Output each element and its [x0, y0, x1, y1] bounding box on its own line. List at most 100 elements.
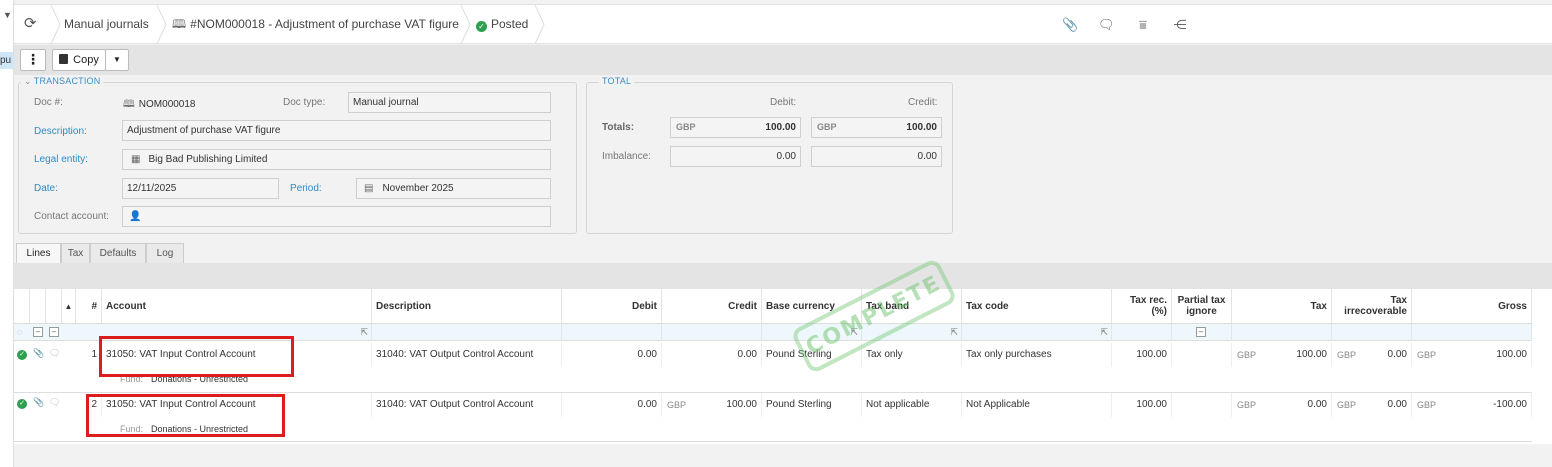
attachment-icon[interactable]: 📎 [33, 348, 44, 359]
base-currency-cell[interactable]: Pound Sterling [762, 393, 862, 417]
popout-icon[interactable]: ⇱ [360, 327, 368, 338]
partial-tax-filter-cell[interactable]: – [1172, 324, 1232, 341]
debit-cell[interactable]: 0.00 [562, 343, 662, 367]
date-label[interactable]: Date: [34, 183, 58, 194]
gross-value: 100.00 [1496, 349, 1527, 360]
tax-cell[interactable]: GBP 0.00 [1232, 393, 1332, 417]
attachment-icon[interactable]: 📎 [1062, 17, 1078, 33]
partial-tax-cell[interactable] [1172, 343, 1232, 367]
column-header-credit[interactable]: Credit [662, 289, 762, 324]
highlight-box-row-2 [86, 394, 285, 437]
comment-icon[interactable]: 🗨 [49, 348, 60, 359]
tax-band-cell[interactable]: Not applicable [862, 393, 962, 417]
copy-dropdown-button[interactable]: ▼ [105, 49, 129, 71]
credit-cell[interactable]: 0.00 [662, 343, 762, 367]
column-header-tax-code[interactable]: Tax code [962, 289, 1112, 324]
transaction-legend[interactable]: ⌄ TRANSACTION [21, 76, 104, 87]
column-header-tax[interactable]: Tax [1232, 289, 1332, 324]
copy-button[interactable]: Copy [52, 49, 106, 71]
copy-button-label: Copy [73, 54, 99, 66]
filter-list-icon[interactable]: ⩸ [1135, 17, 1151, 33]
contact-account-field[interactable]: 👤 [122, 206, 551, 227]
check-circle-icon: ✓ [17, 399, 27, 409]
tax-code-filter-cell[interactable]: ⇱ [962, 324, 1112, 341]
tax-rec-cell[interactable]: 100.00 [1112, 393, 1172, 417]
comment-icon[interactable]: 🗨 [1098, 17, 1115, 33]
tax-cell[interactable]: GBP 100.00 [1232, 343, 1332, 367]
column-header-number[interactable]: # [76, 289, 102, 324]
description-cell[interactable]: 31040: VAT Output Control Account [372, 393, 562, 417]
attachment-icon[interactable]: 📎 [33, 397, 44, 408]
popout-icon[interactable]: ⇱ [850, 327, 858, 338]
description-cell[interactable]: 31040: VAT Output Control Account [372, 343, 562, 367]
currency-code: GBP [676, 122, 696, 132]
filter-toggle-icon[interactable]: – [33, 327, 43, 337]
period-field[interactable]: ▤ November 2025 [356, 178, 551, 199]
breadcrumb-separator [534, 5, 546, 44]
gross-cell[interactable]: GBP -100.00 [1412, 393, 1532, 417]
total-section: TOTAL Debit: Credit: Totals: GBP 100.00 G… [586, 76, 953, 234]
refresh-icon[interactable]: ⟳ [24, 16, 40, 32]
check-circle-icon: ✓ [476, 21, 487, 32]
debit-filter-cell[interactable] [562, 324, 662, 341]
tab-lines[interactable]: Lines [16, 243, 61, 264]
tax-band-cell[interactable]: Tax only [862, 343, 962, 367]
dashed-circle-icon[interactable]: ◌ [17, 327, 22, 337]
collapse-arrow-icon[interactable]: ▼ [3, 10, 12, 20]
tax-filter-cell[interactable] [1232, 324, 1332, 341]
share-icon[interactable]: ⋲ [1172, 17, 1188, 33]
tax-rec-cell[interactable]: 100.00 [1112, 343, 1172, 367]
partial-tax-cell[interactable] [1172, 393, 1232, 417]
breadcrumb-document[interactable]: 🕮 #NOM000018 - Adjustment of purchase VAT… [172, 5, 459, 44]
popout-icon[interactable]: ⇱ [950, 327, 958, 338]
tax-rec-filter-cell[interactable] [1112, 324, 1172, 341]
breadcrumb-separator [156, 5, 168, 44]
credit-value: 100.00 [726, 399, 757, 410]
column-header-base-currency[interactable]: Base currency [762, 289, 862, 324]
comment-icon[interactable]: 🗨 [49, 397, 60, 408]
sort-indicator[interactable]: ▲ [62, 289, 76, 324]
filter-toggle-icon[interactable]: – [1196, 327, 1206, 337]
filter-toggle-icon[interactable]: – [49, 327, 59, 337]
legal-entity-label[interactable]: Legal entity: [34, 154, 88, 165]
column-header-tax-band[interactable]: Tax band [862, 289, 962, 324]
popout-icon[interactable]: ⇱ [1100, 327, 1108, 338]
debit-cell[interactable]: 0.00 [562, 393, 662, 417]
tax-irrecoverable-cell[interactable]: GBP 0.00 [1332, 393, 1412, 417]
tax-value: 100.00 [1296, 349, 1327, 360]
tab-tax[interactable]: Tax [61, 243, 90, 263]
base-currency-cell[interactable]: Pound Sterling [762, 343, 862, 367]
column-header-description[interactable]: Description [372, 289, 562, 324]
column-header-tax-rec[interactable]: Tax rec. (%) [1112, 289, 1172, 324]
description-label[interactable]: Description: [34, 126, 87, 137]
period-label[interactable]: Period: [290, 183, 322, 194]
date-field[interactable]: 12/11/2025 [122, 178, 279, 199]
tax-irrecoverable-cell[interactable]: GBP 0.00 [1332, 343, 1412, 367]
more-options-button[interactable]: ⋮ [20, 49, 46, 71]
tax-band-filter-cell[interactable]: ⇱ [862, 324, 962, 341]
description-field[interactable]: Adjustment of purchase VAT figure [122, 120, 551, 141]
breadcrumb-manual-journals[interactable]: Manual journals [64, 5, 149, 44]
column-header-partial-tax-ignore[interactable]: Partial tax ignore [1172, 289, 1232, 324]
doc-type-label: Doc type: [283, 97, 326, 108]
credit-cell[interactable]: GBP 100.00 [662, 393, 762, 417]
tax-irrecoverable-filter-cell[interactable] [1332, 324, 1412, 341]
column-header-tax-irrecoverable[interactable]: Tax irrecoverable [1332, 289, 1412, 324]
currency-code: GBP [1237, 350, 1257, 360]
left-strip-tab[interactable]: pu [0, 52, 14, 69]
gross-filter-cell[interactable] [1412, 324, 1532, 341]
tax-code-cell[interactable]: Tax only purchases [962, 343, 1112, 367]
column-header-debit[interactable]: Debit [562, 289, 662, 324]
grid-toolbar [14, 263, 1552, 289]
base-currency-filter-cell[interactable]: ⇱ [762, 324, 862, 341]
tab-defaults[interactable]: Defaults [90, 243, 146, 263]
column-header-gross[interactable]: Gross [1412, 289, 1532, 324]
column-header-account[interactable]: Account [102, 289, 372, 324]
doc-type-field[interactable]: Manual journal [348, 92, 551, 113]
credit-filter-cell[interactable] [662, 324, 762, 341]
tab-log[interactable]: Log [146, 243, 184, 263]
tax-code-cell[interactable]: Not Applicable [962, 393, 1112, 417]
description-filter-cell[interactable] [372, 324, 562, 341]
legal-entity-field[interactable]: ▦ Big Bad Publishing Limited [122, 149, 551, 170]
gross-cell[interactable]: GBP 100.00 [1412, 343, 1532, 367]
